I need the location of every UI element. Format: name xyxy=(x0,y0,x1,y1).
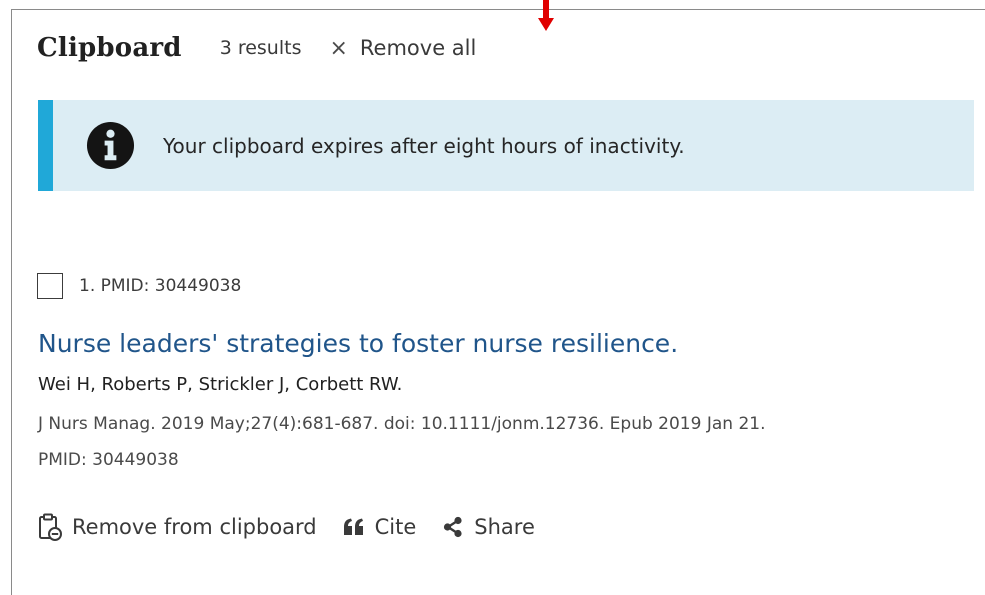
share-icon xyxy=(444,516,462,538)
clipboard-header: Clipboard 3 results × Remove all xyxy=(37,28,476,68)
cite-label: Cite xyxy=(374,515,417,539)
close-icon: × xyxy=(329,35,348,61)
results-count: 3 results xyxy=(219,37,302,59)
remove-all-label: Remove all xyxy=(359,36,477,60)
share-button[interactable]: Share xyxy=(442,515,535,539)
quote-icon xyxy=(343,518,363,535)
remove-from-clipboard-label: Remove from clipboard xyxy=(72,515,317,539)
info-icon xyxy=(86,121,135,170)
red-arrow-pointer xyxy=(538,0,554,31)
result-actions: Remove from clipboard Cite Share xyxy=(38,513,535,541)
expiry-alert: Your clipboard expires after eight hours… xyxy=(38,100,974,191)
article-citation: J Nurs Manag. 2019 May;27(4):681-687. do… xyxy=(38,414,766,434)
share-label: Share xyxy=(474,515,535,539)
article-pmid: PMID: 30449038 xyxy=(38,450,179,470)
clipboard-remove-icon xyxy=(39,513,62,541)
page-title: Clipboard xyxy=(37,33,182,63)
clipboard-panel xyxy=(11,9,985,595)
article-title-link[interactable]: Nurse leaders' strategies to foster nurs… xyxy=(38,329,678,358)
article-authors: Wei H, Roberts P, Strickler J, Corbett R… xyxy=(38,374,403,395)
remove-from-clipboard-button[interactable]: Remove from clipboard xyxy=(38,513,317,541)
remove-all-button[interactable]: × Remove all xyxy=(329,36,476,61)
result-selector: 1. PMID: 30449038 xyxy=(37,273,241,299)
result-checkbox[interactable] xyxy=(37,273,63,299)
result-number: 1. PMID: 30449038 xyxy=(79,276,242,296)
cite-button[interactable]: Cite xyxy=(343,515,417,539)
alert-message: Your clipboard expires after eight hours… xyxy=(163,133,685,158)
